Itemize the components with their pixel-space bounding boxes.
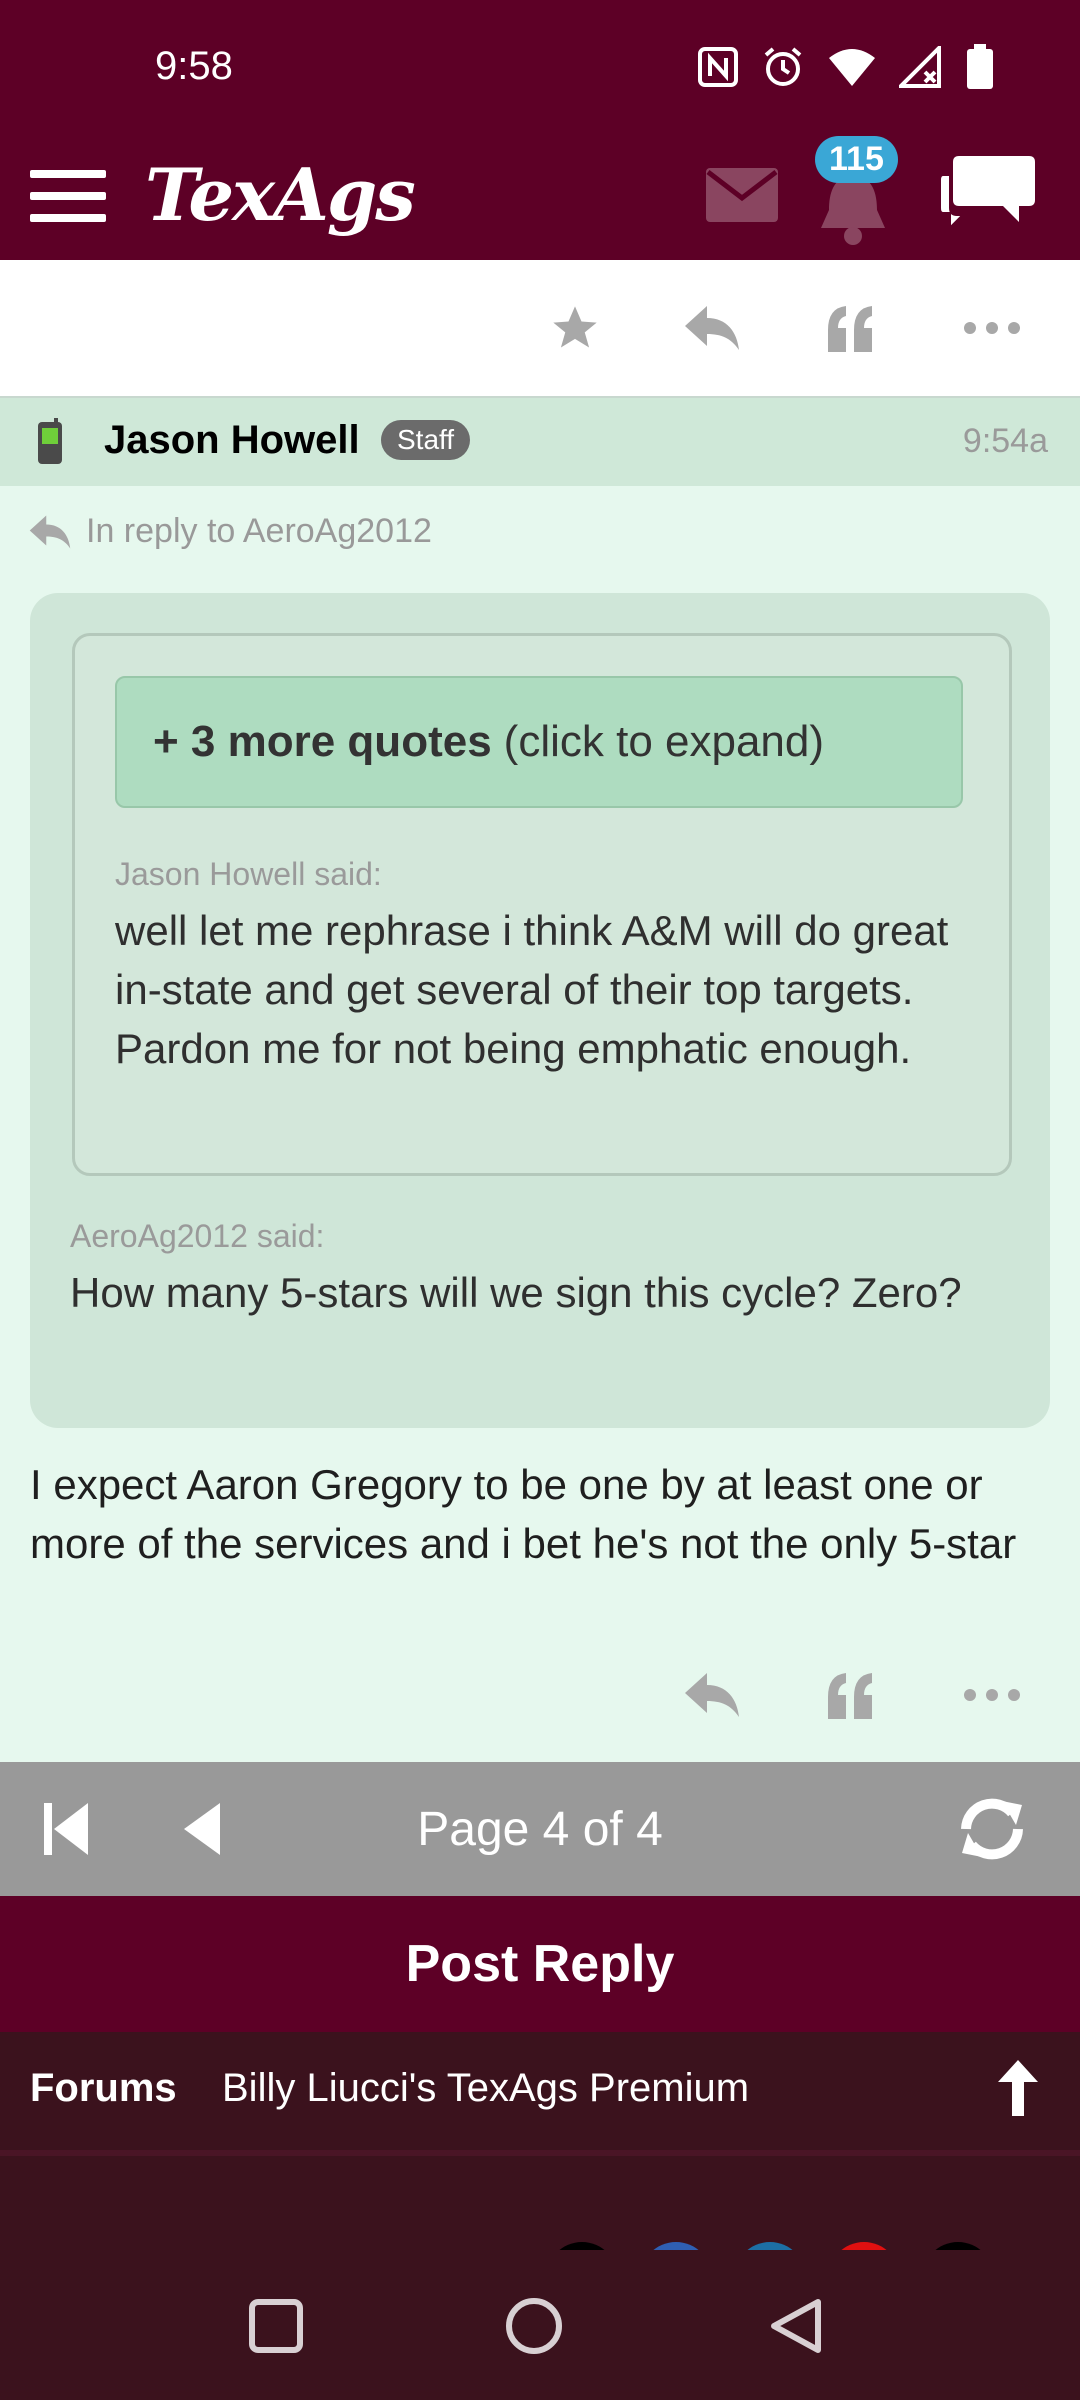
app-header: TexAgs 115 (0, 136, 1080, 260)
inner-quote-text: well let me rephrase i think A&M will do… (115, 907, 949, 1072)
reply-arrow-icon[interactable] (680, 298, 744, 358)
outer-quote-author: AeroAg2012 said: (70, 1218, 325, 1254)
page-indicator: Page 4 of 4 (417, 1803, 663, 1856)
post-header: Jason Howell Staff 9:54a (0, 398, 1080, 486)
thread-action-bar (0, 260, 1080, 399)
chat-icon[interactable] (937, 152, 1037, 236)
breadcrumb: Forums Billy Liucci's TexAgs Premium (0, 2032, 1080, 2150)
recents-button[interactable] (240, 2290, 312, 2362)
nested-quote: + 3 more quotes (click to expand) Jason … (72, 633, 1012, 1176)
in-reply-to-link[interactable]: In reply to AeroAg2012 (28, 512, 432, 551)
texags-logo[interactable]: TexAgs (145, 152, 416, 237)
inner-quote-author: Jason Howell said: (115, 856, 382, 892)
breadcrumb-forum-link[interactable]: Billy Liucci's TexAgs Premium (222, 2066, 749, 2111)
status-bar: 9:58 (0, 0, 1080, 140)
staff-badge: Staff (381, 420, 471, 460)
mobile-phone-icon (38, 418, 62, 464)
more-options-icon[interactable] (960, 1665, 1024, 1725)
post-time: 9:54a (962, 422, 1048, 460)
menu-icon[interactable] (30, 158, 106, 234)
expand-quotes-button[interactable]: + 3 more quotes (click to expand) (115, 676, 963, 808)
mail-icon[interactable] (706, 168, 778, 222)
post-reply-button[interactable]: Post Reply (0, 1896, 1080, 2032)
reply-arrow-icon (29, 515, 71, 548)
quote-icon[interactable] (818, 1665, 882, 1725)
square-recents-icon (249, 2299, 303, 2353)
favorite-star-icon[interactable] (545, 298, 605, 358)
post-body: I expect Aaron Gregory to be one by at l… (30, 1461, 1017, 1567)
notifications-button[interactable]: 115 (810, 136, 920, 250)
pagination-bar: Page 4 of 4 (0, 1762, 1080, 1896)
status-time: 9:58 (155, 44, 233, 88)
reply-arrow-icon[interactable] (680, 1665, 744, 1725)
alarm-icon (764, 47, 802, 86)
quote-icon[interactable] (818, 298, 882, 358)
status-icons (697, 44, 995, 90)
circle-home-icon (506, 2298, 562, 2354)
breadcrumb-forums-link[interactable]: Forums (30, 2066, 177, 2111)
home-button[interactable] (498, 2290, 570, 2362)
notification-count-badge: 115 (815, 136, 898, 183)
quote-block: + 3 more quotes (click to expand) Jason … (30, 593, 1050, 1428)
more-options-icon[interactable] (960, 298, 1024, 358)
refresh-icon (961, 1798, 1023, 1860)
nfc-icon (698, 47, 738, 87)
expand-quotes-count: + 3 more quotes (153, 717, 492, 766)
back-button[interactable] (760, 2290, 832, 2362)
wifi-icon (829, 49, 875, 86)
post-action-bar (0, 1645, 1080, 1745)
triangle-back-icon (771, 2299, 821, 2353)
signal-icon (899, 46, 941, 88)
post-author[interactable]: Jason Howell (104, 418, 360, 463)
scroll-to-top-icon[interactable] (994, 2056, 1042, 2120)
in-reply-to-text: In reply to AeroAg2012 (86, 512, 432, 550)
site-footer: TexAgs (0, 2150, 1080, 2256)
refresh-button[interactable] (952, 1762, 1032, 1896)
expand-quotes-hint: (click to expand) (503, 717, 825, 766)
outer-quote-text: How many 5-stars will we sign this cycle… (70, 1269, 962, 1316)
system-navigation-bar (0, 2250, 1080, 2400)
battery-icon (967, 44, 993, 89)
